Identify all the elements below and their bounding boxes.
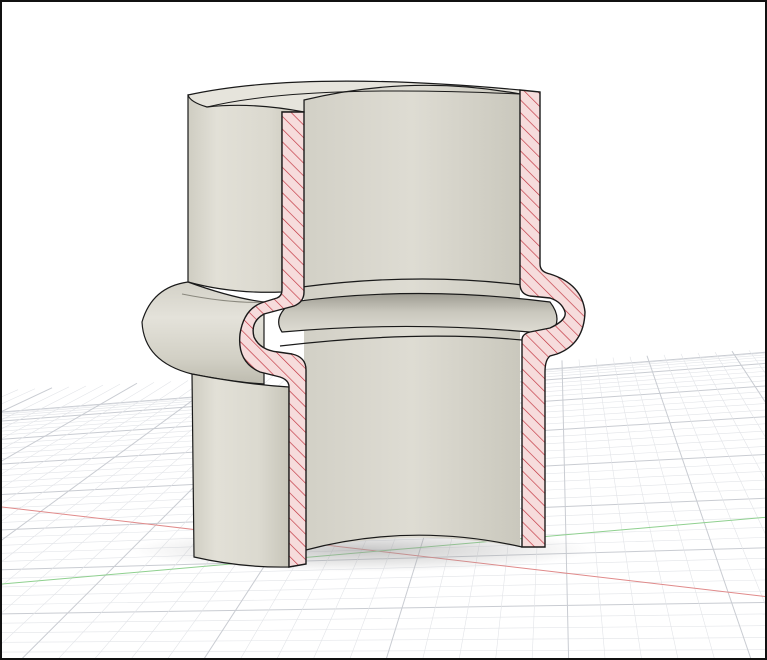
scene-canvas[interactable] <box>2 2 767 660</box>
outer-wall-lower <box>191 373 290 568</box>
pipe-coupling-model[interactable] <box>141 80 586 568</box>
3d-viewport[interactable] <box>0 0 767 660</box>
